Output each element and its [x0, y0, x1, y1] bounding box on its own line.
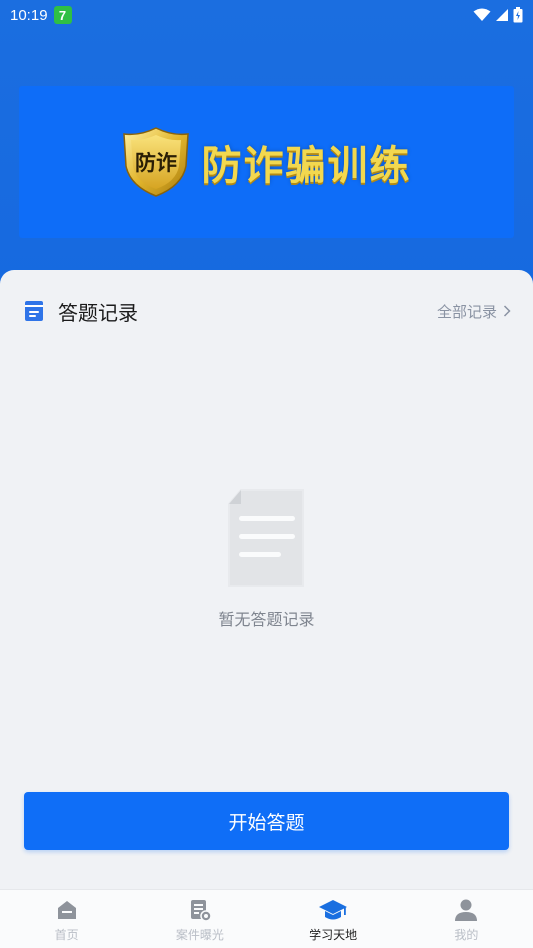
- tab-case-exposure[interactable]: 案件曝光: [133, 890, 266, 948]
- notification-badge: 7: [53, 6, 72, 24]
- chevron-right-icon: [503, 305, 511, 317]
- shield-icon: 防诈: [122, 127, 189, 197]
- banner-title: 防诈骗训练: [201, 143, 412, 189]
- signal-icon: [496, 9, 508, 21]
- tab-learning-label: 学习天地: [309, 928, 358, 942]
- empty-message: 暂无答题记录: [218, 610, 315, 629]
- tab-learning[interactable]: 学习天地: [267, 890, 400, 948]
- wifi-icon: [473, 8, 491, 21]
- status-icons: [473, 7, 523, 23]
- empty-document-icon: [227, 489, 304, 587]
- graduation-cap-icon: [319, 900, 348, 920]
- start-quiz-button[interactable]: 开始答题: [24, 792, 509, 850]
- records-header: 答题记录 全部记录: [0, 294, 533, 328]
- status-time: 10:19: [10, 6, 48, 24]
- record-list-icon: [25, 301, 43, 321]
- tab-home[interactable]: 首页: [0, 890, 133, 948]
- user-icon: [455, 899, 478, 921]
- all-records-link[interactable]: 全部记录: [437, 301, 511, 322]
- records-title: 答题记录: [58, 300, 138, 325]
- shield-text: 防诈: [135, 151, 177, 175]
- tab-mine-label: 我的: [454, 928, 479, 942]
- anti-fraud-banner[interactable]: 防诈 防诈骗训练: [19, 86, 514, 238]
- case-exposure-icon: [190, 900, 212, 922]
- tab-home-label: 首页: [54, 928, 79, 942]
- tab-mine[interactable]: 我的: [400, 890, 533, 948]
- battery-icon: [513, 7, 523, 23]
- empty-state: 暂无答题记录: [0, 488, 533, 630]
- home-icon: [57, 901, 76, 919]
- tab-case-exposure-label: 案件曝光: [175, 928, 224, 942]
- status-bar: 10:19 7: [0, 0, 533, 30]
- bottom-tab-bar: 首页 案件曝光 学习天地 我的: [0, 889, 533, 948]
- all-records-label: 全部记录: [436, 302, 497, 321]
